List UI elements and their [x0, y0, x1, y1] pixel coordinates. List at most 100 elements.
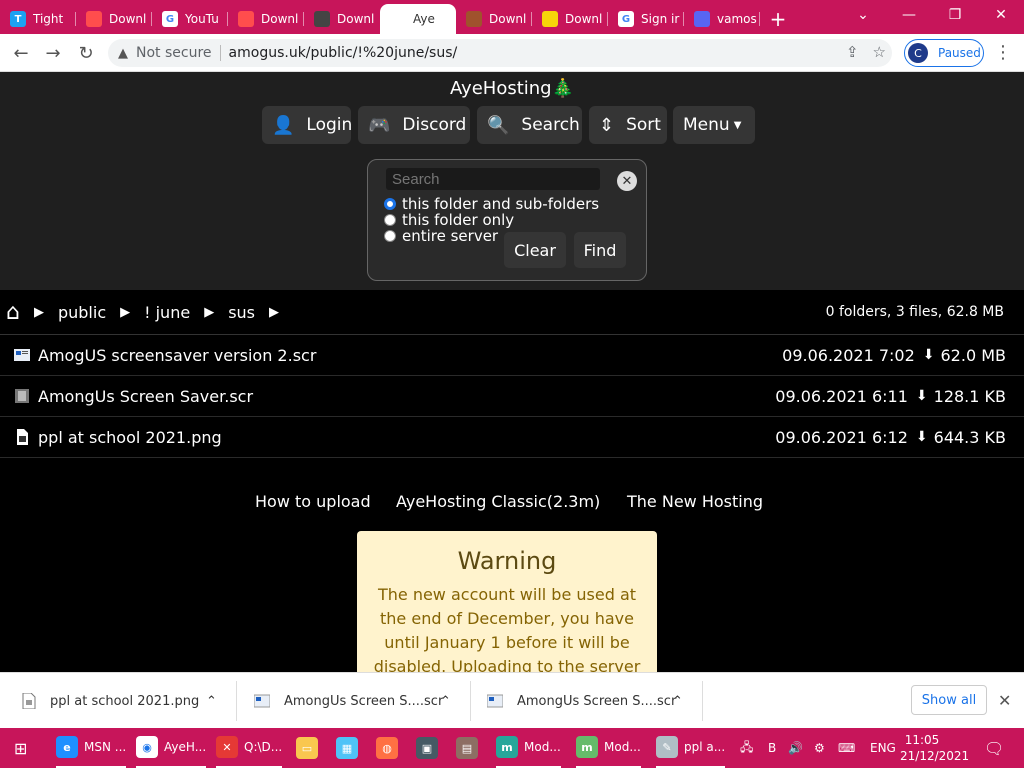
share-icon[interactable]: ⇪	[846, 43, 859, 61]
new-hosting-link[interactable]: The New Hosting	[627, 492, 763, 511]
browser-tab[interactable]: Downl	[76, 4, 152, 34]
download-item[interactable]: AmongUs Screen S....scr	[254, 683, 443, 719]
search-button[interactable]: 🔍 Search	[477, 106, 582, 144]
search-input[interactable]	[386, 168, 600, 190]
radio-entire-server-label: entire server	[402, 227, 499, 245]
browser-tab[interactable]: Downl	[456, 4, 532, 34]
language-indicator[interactable]: ENG	[870, 728, 896, 768]
app-icon: m	[496, 736, 518, 758]
radio-subfolders[interactable]: this folder and sub-folders	[384, 195, 599, 213]
bookmark-star-icon[interactable]: ☆	[873, 43, 886, 61]
settings-gear-icon[interactable]: ⚙	[814, 728, 825, 768]
notification-icon[interactable]: 🗨	[984, 728, 1004, 768]
find-button[interactable]: Find	[574, 232, 626, 268]
profile-button[interactable]: C Paused	[904, 39, 984, 67]
show-all-button[interactable]: Show all	[911, 685, 987, 715]
file-row[interactable]: ppl at school 2021.png 09.06.2021 6:12 ⬇…	[0, 417, 1024, 458]
download-item[interactable]: ppl at school 2021.png	[22, 683, 199, 719]
close-window-button[interactable]: ✕	[978, 0, 1024, 30]
header-buttons: 👤 Login 🎮 Discord 🔍 Search ⇕ Sort Menu ▼	[0, 106, 1024, 144]
clock[interactable]: 11:05 21/12/2021	[900, 732, 969, 764]
app-label: AyeH...	[164, 740, 207, 754]
download-icon[interactable]: ⬇	[923, 347, 935, 363]
tab-favicon-icon: G	[618, 11, 634, 27]
breadcrumb-public[interactable]: public	[58, 303, 106, 322]
close-icon[interactable]: ✕	[998, 691, 1011, 710]
screensaver-file-icon	[14, 349, 30, 361]
menu-button[interactable]: Menu ▼	[673, 106, 755, 144]
home-icon[interactable]: ⌂	[6, 300, 20, 325]
taskbar-app[interactable]: ▦	[336, 728, 364, 768]
minimize-button[interactable]: —	[886, 0, 932, 30]
browser-tab[interactable]: T Tight	[0, 4, 76, 34]
taskbar-app[interactable]: m Mod...	[496, 728, 561, 768]
download-icon[interactable]: ⬇	[916, 388, 928, 404]
windows-start-icon[interactable]: ⊞	[14, 728, 27, 768]
address-divider	[219, 45, 221, 61]
taskbar-app[interactable]: ◍	[376, 728, 404, 768]
divider	[702, 681, 703, 721]
app-icon: e	[56, 736, 78, 758]
network-icon[interactable]: 🖧	[740, 728, 753, 768]
breadcrumb-sus[interactable]: sus	[228, 303, 255, 322]
new-tab-button[interactable]: +	[760, 4, 796, 34]
browser-tab[interactable]: Aye	[380, 4, 456, 34]
tab-search-icon[interactable]: ⌄	[840, 0, 886, 30]
sort-label: Sort	[626, 115, 661, 135]
taskbar-app[interactable]: ◉ AyeH...	[136, 728, 207, 768]
file-name[interactable]: ppl at school 2021.png	[38, 428, 222, 447]
taskbar-app[interactable]: m Mod...	[576, 728, 641, 768]
chevron-up-icon[interactable]: ⌃	[440, 683, 451, 719]
app-icon: ▦	[336, 737, 358, 759]
radio-entire-server[interactable]: entire server	[384, 227, 499, 245]
how-to-upload-link[interactable]: How to upload	[255, 492, 371, 511]
classic-hosting-link[interactable]: AyeHosting Classic(2.3m)	[396, 492, 600, 511]
taskbar-app[interactable]: ▣	[416, 728, 444, 768]
browser-tab[interactable]: G YouTu	[152, 4, 228, 34]
file-row[interactable]: AmogUS screensaver version 2.scr 09.06.2…	[0, 335, 1024, 376]
tab-title: Aye	[413, 12, 435, 26]
site-title[interactable]: AyeHosting🎄	[0, 78, 1024, 99]
login-button[interactable]: 👤 Login	[262, 106, 352, 144]
browser-tab[interactable]: G Sign ir	[608, 4, 684, 34]
browser-menu-icon[interactable]: ⋮	[994, 42, 1012, 63]
radio-folder-only[interactable]: this folder only	[384, 211, 514, 229]
file-name[interactable]: AmogUS screensaver version 2.scr	[38, 346, 316, 365]
tab-favicon-icon: G	[162, 11, 178, 27]
browser-tab[interactable]: Downl	[228, 4, 304, 34]
taskbar-app[interactable]: e MSN ...	[56, 728, 127, 768]
chevron-up-icon[interactable]: ⌃	[672, 683, 683, 719]
app-icon: ◍	[376, 737, 398, 759]
file-row[interactable]: AmongUs Screen Saver.scr 09.06.2021 6:11…	[0, 376, 1024, 417]
restore-button[interactable]: ❐	[932, 0, 978, 30]
clear-button[interactable]: Clear	[504, 232, 566, 268]
keyboard-b-icon[interactable]: B	[768, 728, 776, 768]
download-item[interactable]: AmongUs Screen S....scr	[487, 683, 676, 719]
taskbar-app[interactable]: ✕ Q:\D...	[216, 728, 283, 768]
address-bar[interactable]: ▲ Not secure amogus.uk/public/!%20june/s…	[108, 39, 892, 67]
search-label: Search	[521, 115, 580, 135]
keyboard-icon[interactable]: ⌨	[838, 728, 855, 768]
forward-icon[interactable]: →	[42, 42, 64, 64]
warning-box: Warning The new account will be used at …	[357, 531, 657, 672]
taskbar-app[interactable]: ✎ ppl a...	[656, 728, 726, 768]
taskbar-app[interactable]: ▭	[296, 728, 324, 768]
volume-icon[interactable]: 🔊	[788, 728, 803, 768]
reload-icon[interactable]: ↻	[75, 42, 97, 64]
file-meta: 09.06.2021 7:02 ⬇ 62.0 MB	[782, 346, 1006, 365]
discord-button[interactable]: 🎮 Discord	[358, 106, 470, 144]
browser-tab[interactable]: Downl	[304, 4, 380, 34]
avatar: C	[908, 43, 928, 63]
taskbar-app[interactable]: ▤	[456, 728, 484, 768]
browser-tab[interactable]: vamos	[684, 4, 760, 34]
warning-triangle-icon: ▲	[118, 45, 128, 61]
browser-tab[interactable]: Downl	[532, 4, 608, 34]
url-text[interactable]: amogus.uk/public/!%20june/sus/	[229, 45, 458, 61]
breadcrumb-june[interactable]: ! june	[144, 303, 190, 322]
chevron-up-icon[interactable]: ⌃	[206, 683, 217, 719]
download-icon[interactable]: ⬇	[916, 429, 928, 445]
file-name[interactable]: AmongUs Screen Saver.scr	[38, 387, 253, 406]
clear-search-icon[interactable]: ✕	[617, 171, 637, 191]
back-icon[interactable]: ←	[10, 42, 32, 64]
sort-button[interactable]: ⇕ Sort	[589, 106, 667, 144]
